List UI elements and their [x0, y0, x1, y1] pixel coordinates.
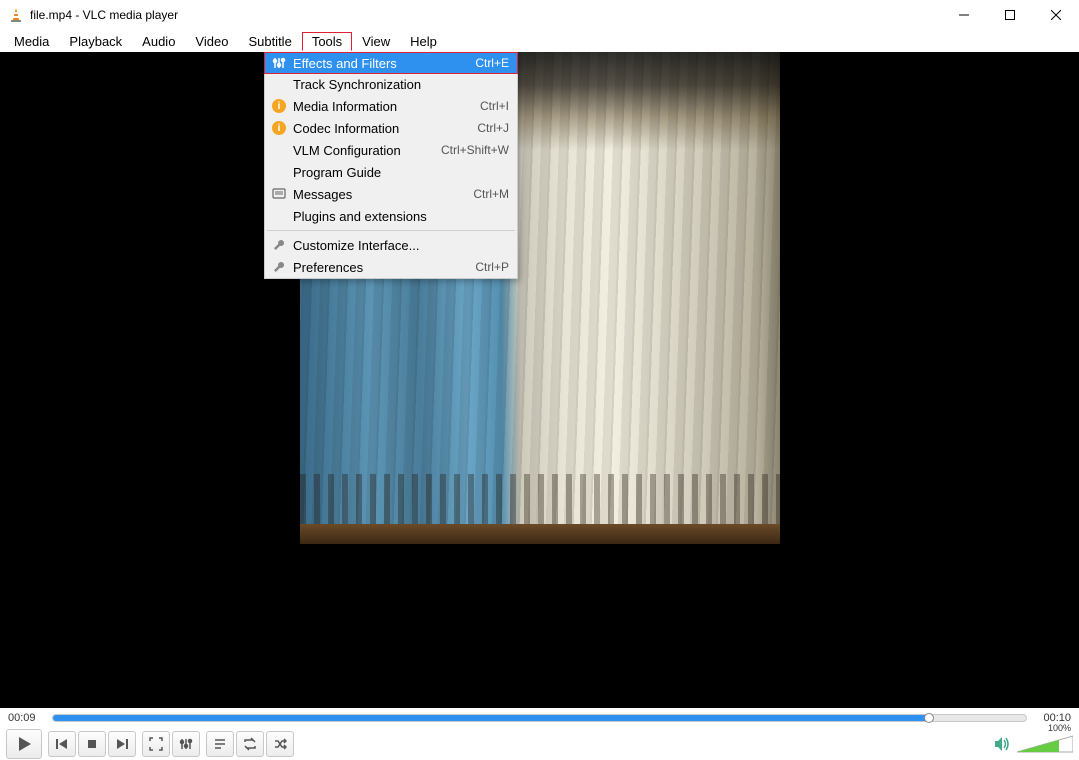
minimize-button[interactable]: [941, 0, 987, 30]
view-group: [142, 731, 200, 757]
current-time: 00:09: [8, 712, 44, 724]
menu-item-label: Effects and Filters: [289, 56, 475, 71]
tools-menu-messages[interactable]: MessagesCtrl+M: [265, 183, 517, 205]
stop-button[interactable]: [78, 731, 106, 757]
menu-item-label: Plugins and extensions: [289, 209, 509, 224]
menu-video[interactable]: Video: [185, 32, 238, 51]
playlist-button[interactable]: [206, 731, 234, 757]
tools-menu-vlm-configuration[interactable]: VLM ConfigurationCtrl+Shift+W: [265, 139, 517, 161]
transport-group: [48, 731, 136, 757]
wrench-icon: [269, 260, 289, 274]
tools-menu-plugins-and-extensions[interactable]: Plugins and extensions: [265, 205, 517, 227]
menu-item-shortcut: Ctrl+E: [475, 56, 509, 70]
window-title: file.mp4 - VLC media player: [30, 8, 178, 22]
loop-button[interactable]: [236, 731, 264, 757]
shuffle-button[interactable]: [266, 731, 294, 757]
menu-item-shortcut: Ctrl+P: [475, 260, 509, 274]
menu-media[interactable]: Media: [4, 32, 59, 51]
tools-menu-media-information[interactable]: iMedia InformationCtrl+I: [265, 95, 517, 117]
menu-item-label: VLM Configuration: [289, 143, 441, 158]
maximize-button[interactable]: [987, 0, 1033, 30]
wrench-icon: [269, 238, 289, 252]
tools-menu-codec-information[interactable]: iCodec InformationCtrl+J: [265, 117, 517, 139]
info-icon: i: [269, 99, 289, 113]
video-frame-dark: [300, 524, 780, 708]
bottom-bar: 00:09 00:10 100%: [0, 708, 1079, 760]
messages-icon: [269, 187, 289, 201]
menu-view[interactable]: View: [352, 32, 400, 51]
fullscreen-button[interactable]: [142, 731, 170, 757]
menu-item-label: Track Synchronization: [289, 77, 509, 92]
sliders-icon: [269, 56, 289, 70]
menu-item-label: Preferences: [289, 260, 475, 275]
menu-item-label: Media Information: [289, 99, 480, 114]
extended-settings-button[interactable]: [172, 731, 200, 757]
volume-slider[interactable]: 100%: [1017, 735, 1073, 753]
previous-button[interactable]: [48, 731, 76, 757]
menu-playback[interactable]: Playback: [59, 32, 132, 51]
menu-item-label: Codec Information: [289, 121, 477, 136]
menu-item-shortcut: Ctrl+M: [473, 187, 509, 201]
menu-tools[interactable]: Tools: [302, 32, 352, 51]
close-button[interactable]: [1033, 0, 1079, 30]
play-button[interactable]: [6, 729, 42, 759]
menu-item-shortcut: Ctrl+I: [480, 99, 509, 113]
video-area[interactable]: [0, 52, 1079, 708]
volume-control: 100%: [993, 735, 1073, 753]
volume-percent: 100%: [1048, 723, 1071, 733]
menu-item-label: Program Guide: [289, 165, 509, 180]
tools-menu-track-synchronization[interactable]: Track Synchronization: [265, 73, 517, 95]
menu-help[interactable]: Help: [400, 32, 447, 51]
menubar: MediaPlaybackAudioVideoSubtitleToolsView…: [0, 30, 1079, 52]
seek-knob[interactable]: [924, 713, 934, 723]
tools-dropdown: Effects and FiltersCtrl+E Track Synchroni…: [264, 52, 518, 279]
tools-menu-preferences[interactable]: PreferencesCtrl+P: [265, 256, 517, 278]
menu-item-shortcut: Ctrl+Shift+W: [441, 143, 509, 157]
menu-separator: [267, 230, 515, 231]
seek-fill: [53, 715, 929, 721]
window-controls: [941, 0, 1079, 30]
menu-audio[interactable]: Audio: [132, 32, 185, 51]
speaker-icon[interactable]: [993, 735, 1011, 753]
controls-row: 100%: [0, 728, 1079, 760]
titlebar: file.mp4 - VLC media player: [0, 0, 1079, 30]
tools-menu-program-guide[interactable]: Program Guide: [265, 161, 517, 183]
vlc-logo-icon: [8, 7, 24, 23]
menu-subtitle[interactable]: Subtitle: [238, 32, 301, 51]
tools-menu-effects-and-filters[interactable]: Effects and FiltersCtrl+E: [264, 52, 518, 74]
tools-menu-customize-interface[interactable]: Customize Interface...: [265, 234, 517, 256]
menu-item-shortcut: Ctrl+J: [477, 121, 509, 135]
playlist-group: [206, 731, 294, 757]
menu-item-label: Messages: [289, 187, 473, 202]
next-button[interactable]: [108, 731, 136, 757]
seek-row: 00:09 00:10: [0, 708, 1079, 728]
menu-item-label: Customize Interface...: [289, 238, 509, 253]
seek-bar[interactable]: [52, 714, 1027, 722]
info-icon: i: [269, 121, 289, 135]
